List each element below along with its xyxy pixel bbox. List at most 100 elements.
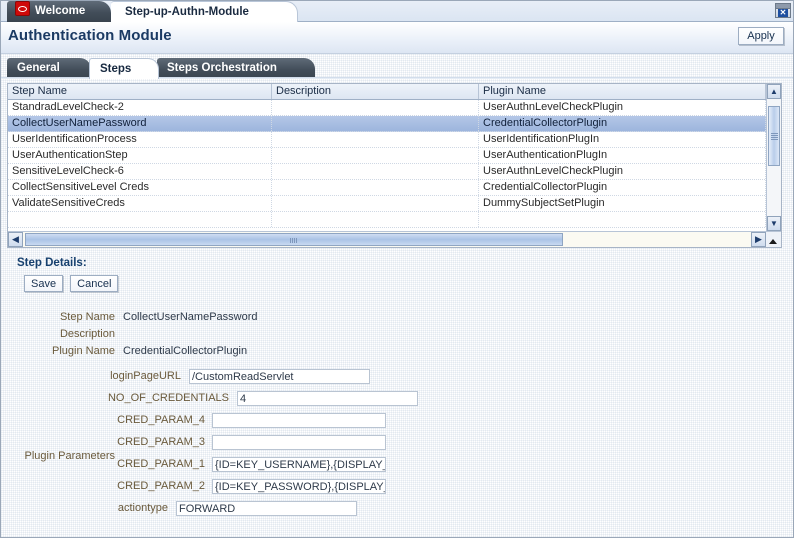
field-plugin-name: Plugin Name CredentialCollectorPlugin (1, 343, 793, 360)
cell-plugin-name: CredentialCollectorPlugin (479, 180, 766, 195)
parameter-row-actiontype: actiontype FORWARD (1, 500, 793, 522)
cell-plugin-name: DummySubjectSetPlugin (479, 196, 766, 211)
parameter-row-cred-param-3: CRED_PARAM_3 (1, 434, 793, 456)
field-step-name: Step Name CollectUserNamePassword (1, 309, 793, 326)
cell-description (272, 212, 479, 227)
cell-plugin-name: UserAuthnLevelCheckPlugin (479, 100, 766, 115)
oracle-logo-icon (15, 1, 30, 16)
table-row[interactable]: StandradLevelCheck-2 UserAuthnLevelCheck… (8, 100, 781, 116)
save-button[interactable]: Save (24, 275, 64, 292)
parameter-row-loginpageurl: loginPageURL /CustomReadServlet (1, 368, 793, 390)
chevron-right-icon[interactable]: ▶ (751, 232, 766, 247)
cell-description (272, 148, 479, 163)
tab-steps[interactable]: Steps (89, 58, 159, 79)
cell-step-name: UserIdentificationProcess (8, 132, 272, 147)
chevron-up-icon[interactable]: ▲ (767, 84, 781, 99)
table-vertical-scrollbar[interactable]: ▲ ▼ (766, 84, 781, 247)
page-header: Authentication Module Apply (1, 22, 793, 54)
tab-steps-orchestration-label: Steps Orchestration (167, 62, 277, 74)
parameter-label-loginpageurl: loginPageURL (110, 370, 181, 382)
field-step-name-value: CollectUserNamePassword (123, 311, 258, 323)
cell-plugin-name: UserIdentificationPlugIn (479, 132, 766, 147)
parameter-label-no-of-credentials: NO_OF_CREDENTIALS (107, 392, 229, 404)
parameter-label-cred-param-2: CRED_PARAM_2 (117, 480, 205, 492)
step-details-form: Step Name CollectUserNamePassword Descri… (1, 309, 793, 522)
table-row[interactable]: ValidateSensitiveCreds DummySubjectSetPl… (8, 196, 781, 212)
step-details-button-row: Save Cancel (24, 275, 122, 292)
chevron-down-icon[interactable]: ▼ (767, 216, 781, 231)
parameter-input-cred-param-4[interactable] (212, 413, 386, 428)
vertical-scrollbar-thumb[interactable] (768, 106, 780, 166)
cell-description (272, 100, 479, 115)
chevron-left-icon[interactable]: ◀ (8, 232, 23, 247)
cell-plugin-name: CredentialCollectorPlugin (479, 116, 766, 131)
table-row[interactable]: CollectUserNamePassword CredentialCollec… (8, 116, 781, 132)
field-plugin-name-value: CredentialCollectorPlugin (123, 345, 248, 357)
cell-plugin-name (479, 212, 766, 227)
parameter-input-cred-param-1[interactable]: {ID=KEY_USERNAME},{DISPLAY_NAME=Username… (212, 457, 386, 472)
cell-description (272, 196, 479, 211)
horizontal-scrollbar-thumb[interactable] (25, 233, 563, 246)
cell-description (272, 116, 479, 131)
field-description-label: Description (59, 328, 115, 340)
field-description: Description (1, 326, 793, 343)
document-tab-welcome[interactable]: Welcome (7, 1, 111, 22)
steps-table-header: Step Name Description Plugin Name (8, 84, 781, 100)
parameter-label-actiontype: actiontype (117, 502, 168, 514)
resize-grip-icon[interactable] (766, 232, 781, 247)
column-header-step-name[interactable]: Step Name (8, 84, 272, 99)
table-row[interactable]: UserAuthenticationStep UserAuthenticatio… (8, 148, 781, 164)
step-details-title: Step Details: (17, 257, 87, 269)
parameter-row-cred-param-2: CRED_PARAM_2 {ID=KEY_PASSWORD},{DISPLAY_… (1, 478, 793, 500)
cell-step-name: CollectSensitiveLevel Creds (8, 180, 272, 195)
table-row[interactable]: UserIdentificationProcess UserIdentifica… (8, 132, 781, 148)
parameter-input-cred-param-2[interactable]: {ID=KEY_PASSWORD},{DISPLAY_NAME=Password… (212, 479, 386, 494)
table-horizontal-scrollbar[interactable]: ◀ ▶ (8, 231, 781, 247)
parameter-input-actiontype[interactable]: FORWARD (176, 501, 357, 516)
inner-tab-bar: General Steps Steps Orchestration (1, 56, 793, 79)
field-plugin-name-label: Plugin Name (52, 345, 115, 357)
cell-step-name: ValidateSensitiveCreds (8, 196, 272, 211)
tab-steps-orchestration[interactable]: Steps Orchestration (157, 58, 315, 79)
cell-plugin-name: UserAuthenticationPlugIn (479, 148, 766, 163)
document-tab-welcome-label: Welcome (35, 5, 86, 17)
cancel-button[interactable]: Cancel (70, 275, 119, 292)
cell-description (272, 180, 479, 195)
tab-steps-label: Steps (100, 63, 132, 75)
table-row[interactable]: CollectSensitiveLevel Creds CredentialCo… (8, 180, 781, 196)
table-row[interactable] (8, 212, 781, 228)
parameter-input-cred-param-3[interactable] (212, 435, 386, 450)
parameter-label-cred-param-4: CRED_PARAM_4 (117, 414, 205, 426)
column-header-plugin-name[interactable]: Plugin Name (479, 84, 766, 99)
authentication-module-window: Welcome Step-up-Authn-Module ✕ Authentic… (0, 0, 794, 538)
document-tab-step-up-authn-module[interactable]: Step-up-Authn-Module (111, 1, 298, 22)
cell-step-name: UserAuthenticationStep (8, 148, 272, 163)
document-tab-step-up-authn-module-label: Step-up-Authn-Module (125, 6, 249, 18)
tab-general-label: General (17, 62, 60, 74)
cell-plugin-name: UserAuthnLevelCheckPlugin (479, 164, 766, 179)
cell-step-name: SensitiveLevelCheck-6 (8, 164, 272, 179)
window-close-icon-glyph: ✕ (778, 8, 788, 17)
cell-step-name: StandradLevelCheck-2 (8, 100, 272, 115)
parameter-row-cred-param-1: CRED_PARAM_1 {ID=KEY_USERNAME},{DISPLAY_… (1, 456, 793, 478)
steps-table: Step Name Description Plugin Name Standr… (7, 83, 782, 248)
table-row[interactable]: SensitiveLevelCheck-6 UserAuthnLevelChec… (8, 164, 781, 180)
parameter-input-loginpageurl[interactable]: /CustomReadServlet (189, 369, 370, 384)
parameter-label-cred-param-1: CRED_PARAM_1 (117, 458, 205, 470)
column-header-description[interactable]: Description (272, 84, 479, 99)
tab-general[interactable]: General (7, 58, 91, 79)
form-spacer (1, 360, 793, 368)
cell-description (272, 132, 479, 147)
cell-step-name (8, 212, 272, 227)
parameter-label-cred-param-3: CRED_PARAM_3 (117, 436, 205, 448)
cell-step-name: CollectUserNamePassword (8, 116, 272, 131)
page-title: Authentication Module (8, 27, 172, 44)
parameter-input-no-of-credentials[interactable]: 4 (237, 391, 418, 406)
window-close-icon[interactable]: ✕ (775, 3, 791, 18)
parameter-row-no-of-credentials: NO_OF_CREDENTIALS 4 (1, 390, 793, 412)
field-step-name-label: Step Name (59, 311, 115, 323)
cell-description (272, 164, 479, 179)
apply-button[interactable]: Apply (738, 27, 784, 45)
document-tab-bar: Welcome Step-up-Authn-Module ✕ (1, 1, 793, 22)
parameter-row-cred-param-4: CRED_PARAM_4 (1, 412, 793, 434)
